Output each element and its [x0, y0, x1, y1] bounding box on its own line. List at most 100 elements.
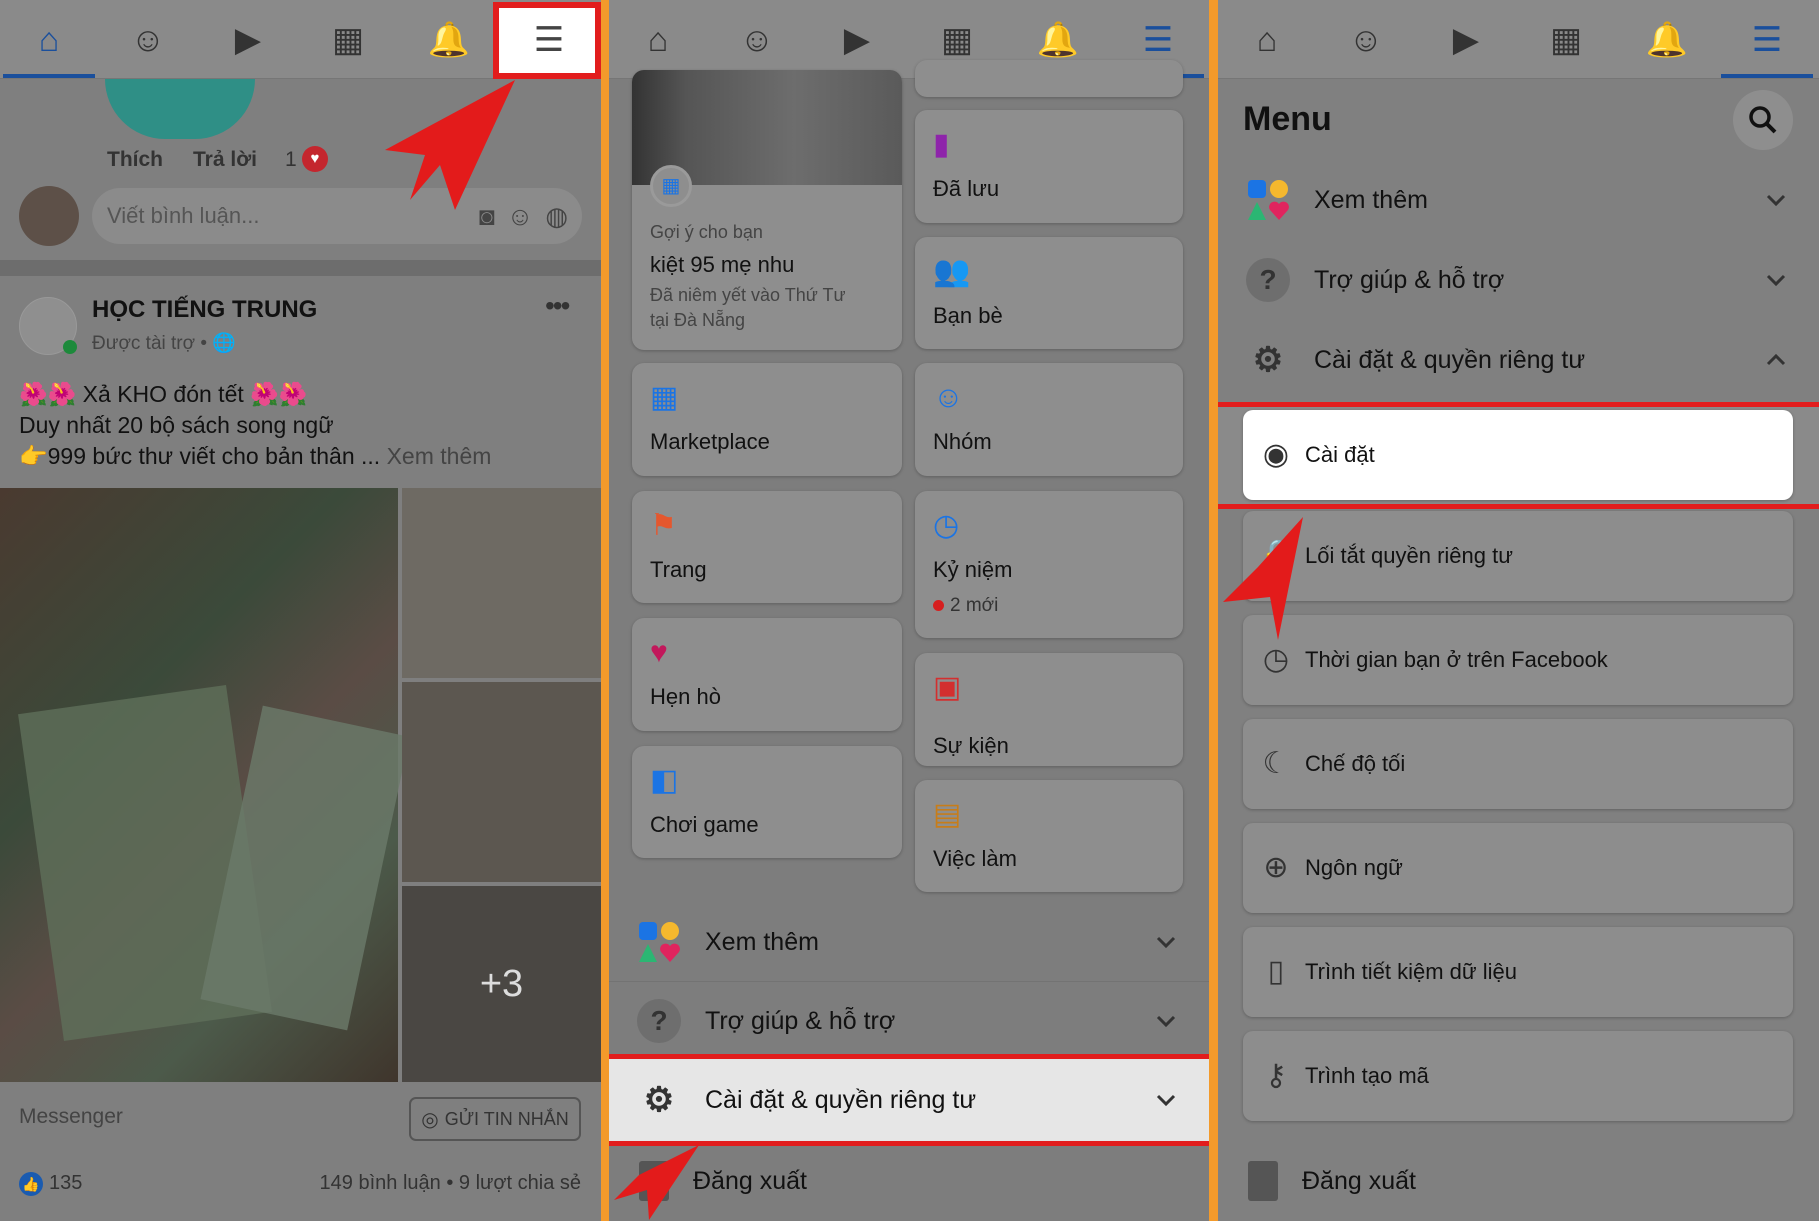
- marketplace-icon[interactable]: ▦: [935, 18, 979, 62]
- watch-icon[interactable]: ▶: [1444, 18, 1488, 62]
- gaming-icon: ◧: [650, 764, 679, 797]
- clock-icon: ◷: [1262, 643, 1290, 676]
- settings-subitem[interactable]: ▯ Trình tiết kiệm dữ liệu: [1243, 927, 1793, 1017]
- notifications-icon[interactable]: 🔔: [1645, 18, 1689, 62]
- groups-icon[interactable]: ☺: [735, 18, 779, 62]
- heart-icon: ♥: [650, 636, 668, 669]
- flag-icon: ⚑: [650, 509, 677, 542]
- shortcut-card[interactable]: ▣ Sự kiện: [915, 653, 1183, 766]
- groups-icon[interactable]: ☺: [1344, 18, 1388, 62]
- shortcut-label: Sự kiện: [933, 733, 1009, 758]
- groups-icon[interactable]: ☺: [126, 18, 170, 62]
- item-label: Cài đặt: [1305, 442, 1375, 467]
- friends-icon: 👥: [933, 255, 971, 288]
- settings-item[interactable]: ◉ Cài đặt: [1243, 410, 1793, 500]
- red-arrow-pointer: [614, 1145, 699, 1220]
- chevron-down-icon: [1156, 936, 1176, 949]
- menu-section[interactable]: ⚙ Cài đặt & quyền riêng tư: [609, 1054, 1209, 1146]
- shortcut-card[interactable]: ◧ Chơi game: [632, 746, 902, 858]
- sponsored-text: Được tài trợ •: [92, 333, 208, 354]
- notifications-icon[interactable]: 🔔: [427, 18, 471, 62]
- post-stats[interactable]: 149 bình luận • 9 lượt chia sẻ: [320, 1172, 581, 1195]
- shapes-icon: [1246, 178, 1290, 222]
- search-button[interactable]: [1733, 90, 1793, 150]
- shortcut-label: Trang: [650, 557, 707, 582]
- shortcut-card[interactable]: ▮ Đã lưu: [915, 110, 1183, 223]
- badge-dot: [933, 600, 944, 611]
- watch-icon[interactable]: ▶: [226, 18, 270, 62]
- shortcut-label: Bạn bè: [933, 303, 1003, 328]
- shortcut-card[interactable]: ⚑ Trang: [632, 491, 902, 603]
- menu-section[interactable]: Xem thêm: [1218, 160, 1819, 240]
- shortcut-card[interactable]: ◷ Kỷ niệm 2 mới: [915, 491, 1183, 638]
- user-circle-icon: ◉: [1262, 438, 1290, 471]
- settings-subitem[interactable]: 🔒Lối tắt quyền riêng tư: [1243, 511, 1793, 601]
- settings-subitem[interactable]: ◷ Thời gian bạn ở trên Facebook: [1243, 615, 1793, 705]
- marketplace-icon[interactable]: ▦: [1544, 18, 1588, 62]
- memories-icon: ◷: [933, 509, 960, 542]
- notifications-icon[interactable]: 🔔: [1036, 18, 1080, 62]
- home-icon[interactable]: ⌂: [27, 18, 71, 62]
- sticker-icon[interactable]: ◍: [545, 201, 568, 232]
- home-icon[interactable]: ⌂: [1245, 18, 1289, 62]
- logout-label: Đăng xuất: [1302, 1166, 1416, 1195]
- chevron-down-icon: [1766, 194, 1786, 207]
- heart-icon: ♥: [302, 146, 328, 172]
- like-count[interactable]: 135: [49, 1172, 82, 1195]
- shortcut-label: Chơi game: [650, 812, 759, 837]
- gear-icon: ⚙: [643, 1081, 675, 1119]
- menu-icon[interactable]: ☰: [527, 18, 571, 62]
- shortcut-card[interactable]: ♥ Hẹn hò: [632, 618, 902, 731]
- partial-card[interactable]: [915, 60, 1183, 97]
- settings-subitem[interactable]: ⚷ Trình tạo mã: [1243, 1031, 1793, 1121]
- send-message-button[interactable]: ◎ GỬI TIN NHẮN: [409, 1097, 581, 1141]
- more-options-icon[interactable]: •••: [545, 290, 570, 322]
- shapes-icon: [637, 920, 681, 964]
- menu-section[interactable]: Xem thêm: [609, 902, 1209, 982]
- help-icon: ?: [1246, 258, 1290, 302]
- post-photo-4[interactable]: +3: [402, 886, 601, 1082]
- menu-section[interactable]: ? Trợ giúp & hỗ trợ: [609, 981, 1209, 1061]
- shortcut-label: Đã lưu: [933, 176, 1000, 201]
- settings-subitem[interactable]: ⊕ Ngôn ngữ: [1243, 823, 1793, 913]
- phone-icon: ▯: [1267, 955, 1285, 988]
- menu-section[interactable]: ? Trợ giúp & hỗ trợ: [1218, 240, 1819, 320]
- shortcut-card[interactable]: ▦ Marketplace: [632, 363, 902, 476]
- post-text: 🌺🌺 Xả KHO đón tết 🌺🌺 Duy nhất 20 bộ sách…: [19, 379, 491, 472]
- menu-icon[interactable]: ☰: [1745, 18, 1789, 62]
- section-label: Xem thêm: [1314, 185, 1428, 214]
- menu-section[interactable]: ⚙ Cài đặt & quyền riêng tư: [1218, 320, 1819, 400]
- page-name[interactable]: HỌC TIẾNG TRUNG: [92, 296, 317, 324]
- post-photo-3[interactable]: [402, 682, 601, 882]
- item-label: Lối tắt quyền riêng tư: [1305, 543, 1513, 568]
- user-avatar: [19, 186, 79, 246]
- shortcut-card[interactable]: ☺ Nhóm: [915, 363, 1183, 476]
- menu-icon[interactable]: ☰: [1136, 18, 1180, 62]
- shortcut-card[interactable]: ▤ Việc làm: [915, 780, 1183, 892]
- groups-icon: ☺: [933, 381, 964, 414]
- post-photo-2[interactable]: [402, 488, 601, 678]
- calendar-icon: ▣: [933, 671, 962, 704]
- briefcase-icon: ▤: [933, 798, 962, 831]
- messenger-label: Messenger: [19, 1105, 123, 1128]
- section-label: Xem thêm: [705, 927, 819, 956]
- shortcut-card[interactable]: 👥 Bạn bè: [915, 237, 1183, 349]
- globe-icon: ⊕: [1263, 851, 1289, 884]
- red-arrow-pointer: [385, 80, 515, 210]
- suggestion-card[interactable]: ▦ Gợi ý cho bạn kiệt 95 mẹ nhu Đã niêm y…: [632, 70, 902, 350]
- suggestion-location: tại Đà Nẵng: [650, 310, 746, 330]
- suggestion-subtitle: Đã niêm yết vào Thứ Tư: [650, 285, 846, 305]
- search-icon: [1749, 106, 1777, 134]
- top-nav: ⌂ ☺ ▶ ▦ 🔔 ☰: [1218, 0, 1819, 79]
- like-link[interactable]: Thích: [107, 148, 163, 172]
- reply-link[interactable]: Trả lời: [193, 148, 257, 172]
- logout-row[interactable]: Đăng xuất: [1218, 1141, 1819, 1221]
- marketplace-icon[interactable]: ▦: [326, 18, 370, 62]
- messenger-icon: ◎: [421, 1108, 439, 1131]
- see-more-link[interactable]: Xem thêm: [387, 443, 492, 469]
- more-photos-count: +3: [479, 962, 524, 1005]
- settings-subitem[interactable]: ☾ Chế độ tối: [1243, 719, 1793, 809]
- home-icon[interactable]: ⌂: [636, 18, 680, 62]
- post-photo-main[interactable]: [0, 488, 410, 1082]
- watch-icon[interactable]: ▶: [835, 18, 879, 62]
